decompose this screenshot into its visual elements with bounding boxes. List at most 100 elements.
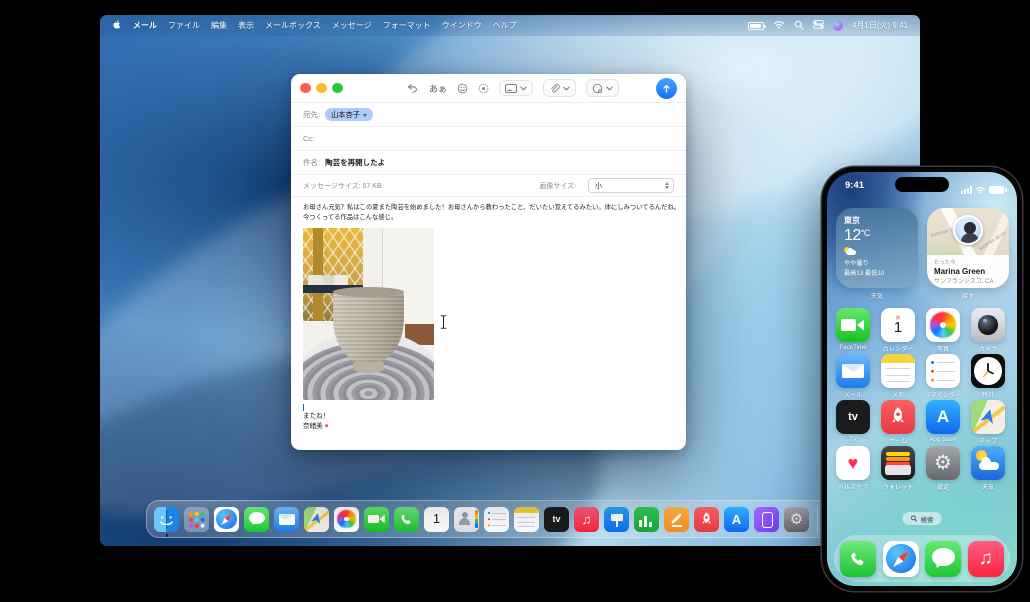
search-icon xyxy=(911,515,917,522)
ibeam-mouse-cursor xyxy=(439,314,448,335)
dock-item-safari[interactable] xyxy=(214,506,239,532)
app-tv[interactable]: tv TV xyxy=(831,400,875,443)
control-center-icon[interactable] xyxy=(813,20,824,31)
body-paragraph: 今つくってる作品はこんな感じ。 xyxy=(303,214,398,222)
menu-item-window[interactable]: ウインドウ xyxy=(442,20,482,31)
apple-menu-icon[interactable] xyxy=(112,19,122,32)
app-maps[interactable]: マップ xyxy=(966,400,1010,445)
dock-item-games[interactable] xyxy=(694,506,719,532)
dock-item-photos[interactable] xyxy=(334,506,359,532)
dock-item-finder[interactable] xyxy=(154,506,179,537)
app-wallet[interactable]: ウォレット xyxy=(876,446,920,491)
menu-item-help[interactable]: ヘルプ xyxy=(493,20,517,31)
dock-item-keynote[interactable] xyxy=(604,506,629,532)
menu-item-view[interactable]: 表示 xyxy=(238,20,254,31)
subject-label: 件名: xyxy=(303,158,321,167)
iphone-dock-safari[interactable] xyxy=(882,540,919,577)
menu-bar: メール ファイル 編集 表示 メールボックス メッセージ フォーマット ウインド… xyxy=(100,15,920,36)
body-paragraph: お母さん元気？私はこの夏また陶芸を始めました！お母さんから教わったこと、だいたい… xyxy=(303,204,681,211)
app-camera[interactable]: カメラ xyxy=(966,308,1010,353)
undo-button[interactable] xyxy=(406,83,419,94)
mac-dock: 1 tv ♫ A ⚙ xyxy=(146,500,889,538)
app-games[interactable]: ゲーム xyxy=(876,400,920,445)
menu-item-edit[interactable]: 編集 xyxy=(211,20,227,31)
image-size-select[interactable]: 小 xyxy=(588,178,674,193)
rocket-icon xyxy=(892,407,904,423)
menu-item-mailbox[interactable]: メールボックス xyxy=(265,20,321,31)
spotlight-search-icon[interactable] xyxy=(794,20,804,32)
dock-item-mail[interactable] xyxy=(274,506,299,532)
pottery-photo-attachment[interactable] xyxy=(303,228,434,401)
wifi-icon[interactable] xyxy=(773,20,785,31)
dock-item-reminders[interactable] xyxy=(484,506,509,532)
recipient-token[interactable]: 山本杏子 xyxy=(325,108,373,121)
image-size-label: 画像サイズ: xyxy=(539,182,576,190)
battery-icon[interactable] xyxy=(747,21,766,30)
menu-item-format[interactable]: フォーマット xyxy=(383,20,431,31)
dock-item-facetime[interactable] xyxy=(364,506,389,532)
text-format-button[interactable]: あぁ xyxy=(429,82,447,95)
music-note-icon: ♫ xyxy=(581,511,592,527)
dock-item-app-store[interactable]: A xyxy=(724,506,749,532)
find-my-widget[interactable]: MARINA GREEN DR MARINA BLVD たった今 Marina … xyxy=(927,208,1009,288)
user-menu-icon[interactable] xyxy=(832,20,843,31)
cc-field[interactable]: Cc: xyxy=(291,127,686,151)
attach-file-button[interactable] xyxy=(543,79,577,97)
text-insertion-caret xyxy=(303,404,305,412)
markup-button[interactable] xyxy=(478,83,489,94)
app-calendar[interactable]: 火1 カレンダー xyxy=(876,308,920,353)
dock-item-launchpad[interactable] xyxy=(184,506,209,532)
music-note-icon: ♫ xyxy=(978,548,993,569)
app-settings[interactable]: ⚙ 設定 xyxy=(921,446,965,491)
to-field[interactable]: 宛先: 山本杏子 xyxy=(291,103,686,127)
iphone-dock-messages[interactable] xyxy=(925,540,962,577)
dock-item-numbers[interactable] xyxy=(634,506,659,532)
dock-item-phone[interactable] xyxy=(394,506,419,532)
minimize-window-button[interactable] xyxy=(316,82,327,94)
dock-item-messages[interactable] xyxy=(244,506,269,532)
app-notes[interactable]: メモ xyxy=(876,354,920,399)
app-weather[interactable]: 天気 xyxy=(966,446,1010,491)
menu-bar-clock[interactable]: 4月1日(火) 9:41 xyxy=(852,20,908,31)
zoom-window-button[interactable] xyxy=(332,82,343,94)
chevron-down-icon xyxy=(520,86,527,91)
header-fields-button[interactable] xyxy=(499,80,534,96)
dock-item-calendar[interactable]: 1 xyxy=(424,506,449,532)
insert-photo-button[interactable] xyxy=(586,79,620,97)
dock-item-music[interactable]: ♫ xyxy=(574,506,599,532)
menu-item-file[interactable]: ファイル xyxy=(168,20,200,31)
weather-temperature: 12°C xyxy=(844,227,870,244)
dock-item-system-settings[interactable]: ⚙ xyxy=(784,506,809,532)
message-body[interactable]: お母さん元気？私はこの夏また陶芸を始めました！お母さんから教わったこと、だいたい… xyxy=(291,197,686,432)
app-photos[interactable]: 写真 xyxy=(921,308,965,353)
close-window-button[interactable] xyxy=(300,82,311,94)
mail-compose-window: あぁ 宛先: 山本杏子 Cc: 件名: 陶芸を再開したよ メッセージサイズ: 5… xyxy=(291,74,686,450)
dock-item-maps[interactable] xyxy=(304,506,329,532)
weather-widget[interactable]: 東京 12°C やや曇り 最高13 最低10 xyxy=(836,208,918,288)
safari-needle-icon xyxy=(892,550,909,567)
dock-item-iphone-mirroring[interactable] xyxy=(754,506,779,532)
app-app-store[interactable]: A App Store xyxy=(921,400,965,443)
message-size-text: メッセージサイズ: 57 KB xyxy=(303,182,382,190)
iphone-dock-phone[interactable] xyxy=(840,540,877,577)
app-facetime[interactable]: FaceTime xyxy=(831,308,875,351)
subject-text: 陶芸を再開したよ xyxy=(325,158,386,167)
app-health[interactable]: ♥ ヘルスケア xyxy=(831,446,875,491)
menu-item-message[interactable]: メッセージ xyxy=(332,20,372,31)
app-mail[interactable]: メール xyxy=(831,354,875,399)
dock-item-contacts[interactable] xyxy=(454,506,479,532)
dock-item-notes[interactable] xyxy=(514,506,539,532)
location-city: サンフランシスコ, CA xyxy=(934,279,994,286)
dock-item-pages[interactable] xyxy=(664,506,689,532)
menu-item-mail[interactable]: メール xyxy=(133,20,157,31)
app-clock[interactable]: 時計 xyxy=(966,354,1010,399)
iphone-dock-music[interactable]: ♫ xyxy=(967,540,1004,577)
emoji-button[interactable] xyxy=(457,83,468,94)
chevron-down-icon xyxy=(606,86,613,91)
app-reminders[interactable]: リマインダー xyxy=(921,354,965,399)
home-search-pill[interactable]: 検索 xyxy=(902,512,942,525)
subject-field[interactable]: 件名: 陶芸を再開したよ xyxy=(291,151,686,175)
iphone-status-time: 9:41 xyxy=(845,180,865,191)
dock-item-tv[interactable]: tv xyxy=(544,506,569,532)
send-button[interactable] xyxy=(656,77,677,99)
